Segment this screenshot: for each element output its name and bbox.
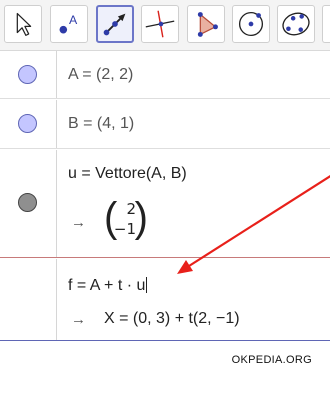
vector-tool-button[interactable] xyxy=(96,5,134,43)
row-u-definition: u = Vettore(A, B) xyxy=(68,165,187,182)
vector-y: −1 xyxy=(113,220,136,238)
conic-five-points-icon xyxy=(282,12,310,36)
algebra-row-u[interactable]: u = Vettore(A, B) → ( 2 −1 ) xyxy=(0,150,330,258)
row-f-input-text: f = A + t · u xyxy=(68,277,146,294)
perpendicular-line-tool-button[interactable] xyxy=(141,5,179,43)
right-paren: ) xyxy=(134,194,148,242)
algebra-row-B[interactable]: B = (4, 1) xyxy=(0,100,330,149)
row-gutter xyxy=(0,51,57,98)
row-A-text: A = (2, 2) xyxy=(68,66,134,83)
row-gutter xyxy=(0,259,57,340)
vector-output: ( 2 −1 ) xyxy=(104,194,148,242)
conic-tool-button[interactable] xyxy=(277,5,315,43)
output-arrow-icon: → xyxy=(71,214,86,231)
move-tool-button[interactable] xyxy=(4,5,42,43)
algebra-row-f[interactable]: f = A + t · u → X = (0, 3) + t(2, −1) xyxy=(0,259,330,341)
text-caret xyxy=(146,277,148,293)
output-arrow-icon: → xyxy=(71,311,86,328)
vector-icon xyxy=(103,13,126,36)
polygon-tool-button[interactable] xyxy=(187,5,225,43)
more-tools-button[interactable] xyxy=(322,5,330,43)
row-B-text: B = (4, 1) xyxy=(68,115,135,132)
cursor-arrow-icon xyxy=(16,12,32,36)
perpendicular-line-icon xyxy=(145,10,175,38)
visibility-toggle-A[interactable] xyxy=(18,65,37,84)
point-tool-label: A xyxy=(69,13,78,27)
row-f-input[interactable]: f = A + t · u xyxy=(68,277,148,295)
visibility-toggle-B[interactable] xyxy=(18,114,37,133)
watermark: OKPEDIA.ORG xyxy=(231,354,312,366)
visibility-toggle-u[interactable] xyxy=(18,193,37,212)
polygon-icon xyxy=(197,12,218,37)
toolbar: A xyxy=(0,0,330,51)
row-gutter xyxy=(0,100,57,148)
point-icon: A xyxy=(59,13,78,34)
circle-center-point-icon xyxy=(238,11,264,37)
point-tool-button[interactable]: A xyxy=(50,5,88,43)
circle-center-point-tool-button[interactable] xyxy=(232,5,270,43)
row-f-output: X = (0, 3) + t(2, −1) xyxy=(104,310,240,327)
row-gutter xyxy=(0,150,57,257)
algebra-row-A[interactable]: A = (2, 2) xyxy=(0,51,330,99)
